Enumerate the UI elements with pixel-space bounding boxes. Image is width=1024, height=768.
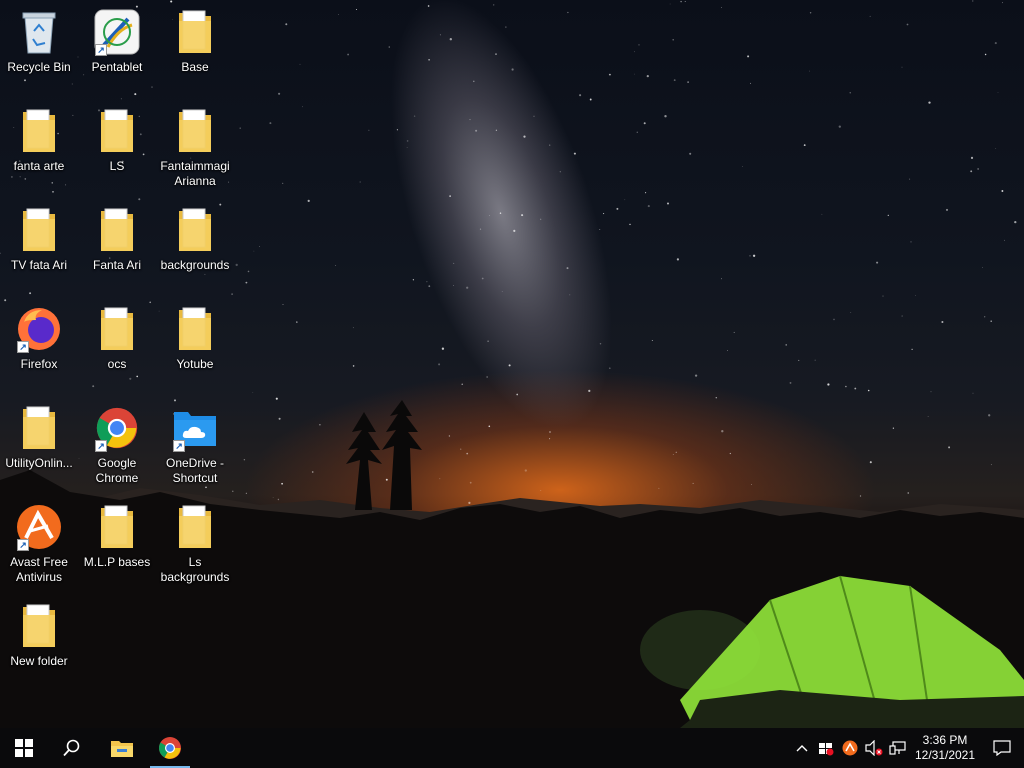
shortcut-arrow-icon: ↗ [95,440,107,452]
clock-date: 12/31/2021 [914,748,976,762]
shortcut-arrow-icon: ↗ [17,539,29,551]
desktop-icon-recycle-bin[interactable]: Recycle Bin [0,4,78,100]
action-center-icon [993,740,1011,756]
desktop-icon-label: TV fata Ari [10,258,68,272]
desktop-icon-fanta-ari[interactable]: Fanta Ari [78,202,156,298]
folder-icon [171,503,219,551]
folder-icon [93,107,141,155]
desktop-icon-fanta-arte[interactable]: fanta arte [0,103,78,199]
folder-icon [15,206,63,254]
desktop-icon-backgrounds[interactable]: backgrounds [156,202,234,298]
onedrive-folder-icon: ↗ [171,404,219,452]
tray-avast[interactable] [838,728,862,768]
desktop-icon-ocs[interactable]: ocs [78,301,156,397]
desktop-icon-label: Recycle Bin [7,60,71,74]
avast-icon: ↗ [15,503,63,551]
desktop-icon-firefox[interactable]: ↗ Firefox [0,301,78,397]
action-center-button[interactable] [980,728,1024,768]
folder-icon [171,206,219,254]
desktop-icon-fantaimmagi[interactable]: Fantaimmagi Arianna [156,103,234,199]
search-icon [63,739,80,757]
shortcut-arrow-icon: ↗ [17,341,29,353]
desktop-icon-label: backgrounds [160,258,230,272]
chrome-icon: ↗ [93,404,141,452]
desktop-icon-utilityonline[interactable]: UtilityOnlin... [0,400,78,496]
shortcut-arrow-icon: ↗ [95,44,107,56]
desktop-icon-tv-fata-ari[interactable]: TV fata Ari [0,202,78,298]
desktop-icon-avast[interactable]: ↗ Avast Free Antivirus [0,499,78,595]
show-hidden-icons-button[interactable] [790,728,814,768]
desktop-icon-base[interactable]: Base [156,4,234,100]
taskbar-file-explorer[interactable] [98,728,146,768]
desktop-icon-label: Avast Free Antivirus [10,555,68,584]
security-icon [819,743,834,756]
desktop-icon-new-folder[interactable]: New folder [0,598,78,694]
desktop-icon-onedrive[interactable]: ↗ OneDrive - Shortcut [156,400,234,496]
clock[interactable]: 3:36 PM 12/31/2021 [910,728,980,768]
tray-network[interactable] [886,728,910,768]
search-button[interactable] [48,728,96,768]
folder-icon [93,206,141,254]
avast-tray-icon [842,740,858,756]
desktop-icon-pentablet[interactable]: ↗ Pentablet [78,4,156,100]
windows-start-icon [15,739,33,757]
desktop-icon-label: UtilityOnlin... [5,456,73,470]
desktop-icon-label: Yotube [176,357,214,371]
firefox-icon: ↗ [15,305,63,353]
folder-icon [15,107,63,155]
desktop-icon-label: Base [181,60,209,74]
desktop-icon-label: OneDrive - Shortcut [165,456,224,485]
chrome-icon [159,737,181,759]
system-tray: 3:36 PM 12/31/2021 [790,728,1024,768]
folder-icon [171,305,219,353]
desktop-icon-label: M.L.P bases [83,555,151,569]
desktop-icon-label: Firefox [20,357,58,371]
desktop-icon-label: fanta arte [13,159,65,173]
folder-icon [171,107,219,155]
folder-icon [93,503,141,551]
volume-muted-icon [865,740,883,756]
folder-icon [93,305,141,353]
shortcut-arrow-icon: ↗ [173,440,185,452]
start-button[interactable] [0,728,48,768]
desktop-icon-label: New folder [10,654,68,668]
desktop-icon-ls[interactable]: LS [78,103,156,199]
network-icon [889,741,906,755]
desktop-icon-label: Ls backgrounds [160,555,230,584]
clock-time: 3:36 PM [922,733,968,747]
folder-icon [15,602,63,650]
desktop-icon-label: Google Chrome [95,456,139,485]
taskbar: 3:36 PM 12/31/2021 [0,728,1024,768]
desktop-icon-google-chrome[interactable]: ↗ Google Chrome [78,400,156,496]
folder-icon [15,404,63,452]
desktop-icon-label: ocs [107,357,127,371]
desktop-icon-label: Fantaimmagi Arianna [160,159,230,188]
recycle-bin-icon [15,8,63,56]
pentablet-app-icon: ↗ [93,8,141,56]
desktop-icon-yotube[interactable]: Yotube [156,301,234,397]
chevron-up-icon [796,745,808,752]
desktop-icon-ls-backgrounds[interactable]: Ls backgrounds [156,499,234,595]
tray-security[interactable] [814,728,838,768]
desktop-icon-label: LS [109,159,125,173]
desktop-icon-label: Pentablet [91,60,143,74]
desktop-icon-label: Fanta Ari [92,258,142,272]
desktop-icon-mlp-bases[interactable]: M.L.P bases [78,499,156,595]
taskbar-chrome[interactable] [146,728,194,768]
tray-volume[interactable] [862,728,886,768]
file-explorer-icon [111,741,133,757]
folder-icon [171,8,219,56]
